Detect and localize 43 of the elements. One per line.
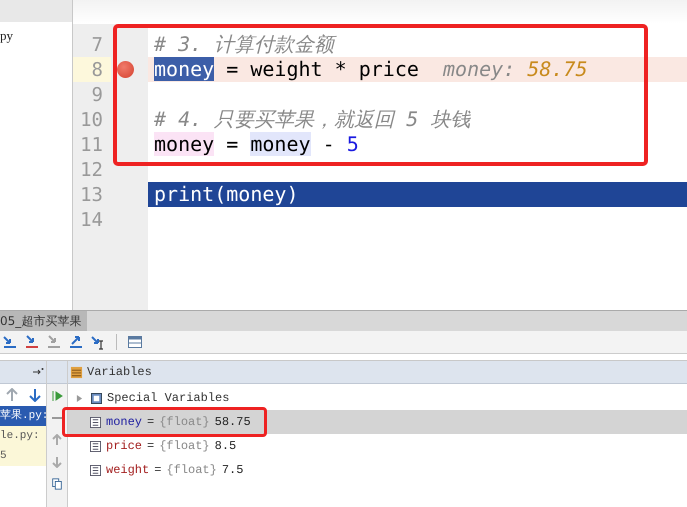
stack-frame[interactable]: le.py: — [0, 426, 46, 446]
code-text: - — [322, 132, 336, 156]
stack-frame[interactable]: 5 — [0, 446, 46, 466]
identifier: money — [154, 132, 214, 156]
selected-identifier: money — [154, 57, 214, 81]
line-number: 13 — [79, 184, 103, 206]
variable-value: 7.5 — [222, 463, 244, 477]
variable-name: money — [106, 415, 142, 429]
variable-row[interactable]: price = {float} 8.5 — [68, 434, 687, 458]
identifier: money — [250, 132, 311, 156]
equals-sign: = — [154, 463, 162, 477]
line-number: 7 — [90, 34, 103, 56]
line-number: 14 — [79, 208, 103, 230]
number-literal: 5 — [346, 132, 359, 156]
variable-name: Special Variables — [107, 391, 230, 405]
stack-frame[interactable]: 苹果.py: — [0, 406, 46, 426]
inline-value: 58.75 — [527, 57, 588, 81]
file-item[interactable]: py — [0, 22, 72, 44]
variable-type: {float} — [166, 463, 217, 477]
equals-sign: = — [147, 415, 154, 429]
line-number: 11 — [79, 134, 103, 156]
panel-title: Variables — [87, 365, 152, 379]
code-comment: # 3. 计算付款金额 — [154, 32, 334, 56]
debug-tab[interactable]: 05_超市买苹果 — [0, 311, 88, 331]
inline-value-label: money: — [443, 57, 516, 81]
variable-name: weight — [106, 463, 150, 477]
line-number: 8 — [90, 58, 103, 80]
code-text: = weight * price — [225, 57, 420, 81]
code-comment: # 4. 只要买苹果，就返回 5 块钱 — [154, 107, 470, 131]
line-number: 9 — [90, 84, 103, 106]
variable-type: {float} — [159, 415, 210, 429]
code-text: print(money) — [154, 182, 298, 206]
variable-row[interactable]: money = {float} 58.75 — [68, 410, 687, 434]
equals-sign: = — [147, 439, 154, 453]
variable-row[interactable]: weight = {float} 7.5 — [68, 458, 687, 482]
code-text: = — [225, 132, 240, 156]
variable-value: 8.5 — [214, 439, 236, 453]
variable-name: price — [106, 439, 142, 453]
variable-row[interactable]: Special Variables — [68, 386, 687, 410]
line-number: 10 — [79, 108, 103, 130]
variable-type: {float} — [159, 439, 210, 453]
line-number: 12 — [79, 158, 103, 180]
variable-value: 58.75 — [214, 415, 251, 429]
